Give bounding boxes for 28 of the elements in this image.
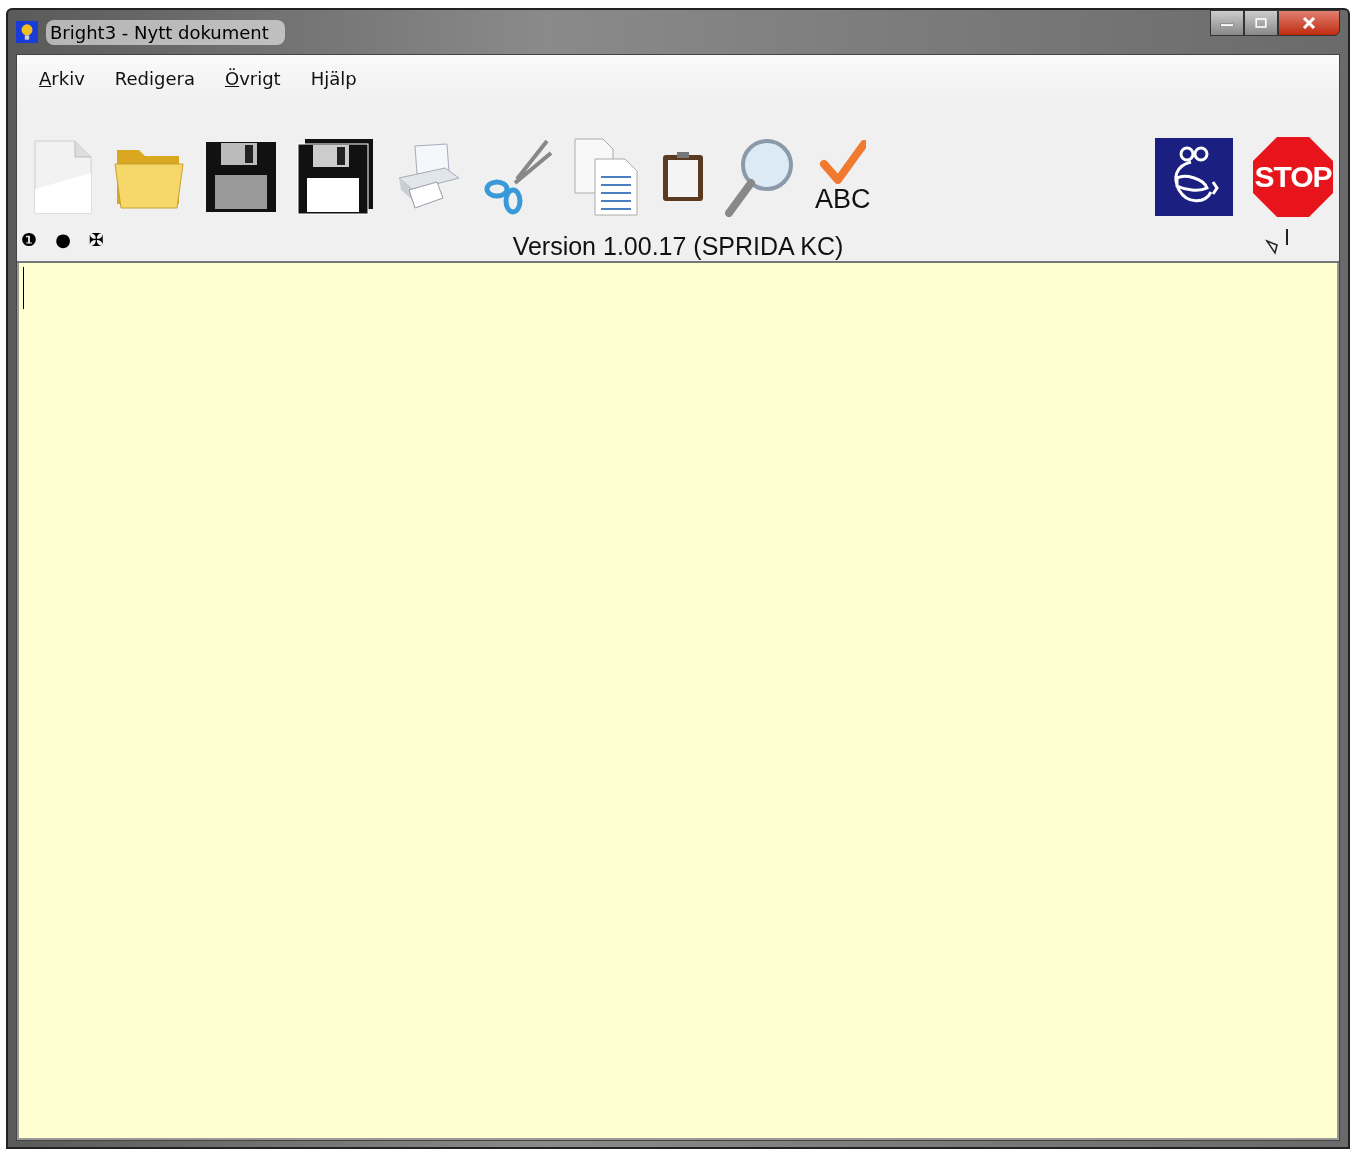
indicator-glyph: ✠ [88, 229, 104, 250]
copy-documents-icon [573, 137, 641, 217]
indicator-glyph: ● [55, 229, 71, 250]
minimize-button[interactable] [1210, 10, 1244, 36]
document-icon [33, 139, 93, 215]
toolbar-button[interactable] [297, 138, 375, 216]
floppy-disks-icon [297, 138, 375, 216]
version-label: Version 1.00.17 (SPRIDA KC) [512, 231, 844, 261]
stop-button[interactable]: STOP [1253, 137, 1333, 217]
bulb-icon [16, 21, 38, 43]
indicator-glyph: ❶ [21, 229, 38, 250]
toolbar-button[interactable] [205, 141, 277, 213]
menu-item[interactable]: Hjälp [302, 63, 365, 93]
menu-item[interactable]: Arkiv [31, 63, 93, 93]
close-icon [1302, 17, 1316, 29]
checkmark-icon [819, 139, 866, 184]
clipboard-icon [661, 151, 705, 203]
help-button[interactable] [1155, 138, 1233, 216]
menu-item[interactable]: Övrigt [216, 63, 289, 93]
search-icon [725, 137, 795, 217]
maximize-button[interactable] [1244, 10, 1278, 36]
spellcheck-button[interactable]: ABC [815, 139, 871, 215]
menu-item[interactable]: Redigera [106, 63, 203, 93]
window-title: Bright3 - Nytt dokument [46, 19, 285, 45]
maximize-icon [1253, 17, 1269, 29]
help-logo-icon [1155, 138, 1233, 216]
toolbar-button[interactable] [661, 151, 705, 203]
close-button[interactable] [1278, 10, 1340, 36]
